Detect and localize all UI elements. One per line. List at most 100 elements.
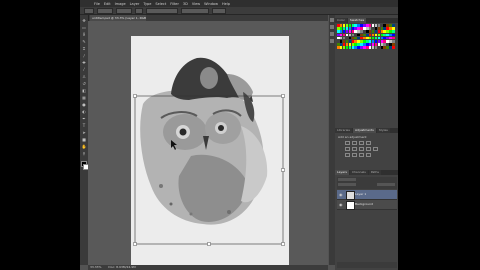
type-icon[interactable]: T bbox=[81, 123, 87, 128]
posterize-icon[interactable] bbox=[352, 153, 357, 157]
color-swatch[interactable] bbox=[392, 24, 395, 27]
layers-tab-bar: Layers Channels Paths bbox=[335, 170, 398, 175]
transform-handle[interactable] bbox=[281, 94, 285, 98]
pen-icon[interactable]: ✒ bbox=[81, 116, 87, 121]
visibility-eye-icon[interactable]: ◉ bbox=[339, 202, 343, 207]
color-swatch[interactable] bbox=[392, 27, 395, 30]
marquee-icon[interactable]: ▭ bbox=[81, 25, 87, 30]
path-select-icon[interactable]: ➤ bbox=[81, 130, 87, 135]
invert-icon[interactable] bbox=[345, 153, 350, 157]
dodge-icon[interactable]: ◐ bbox=[81, 109, 87, 114]
color-swatch[interactable] bbox=[392, 43, 395, 46]
healing-icon[interactable]: ✚ bbox=[81, 60, 87, 65]
move-icon[interactable]: ✥ bbox=[81, 18, 87, 23]
vibrance-icon[interactable] bbox=[345, 147, 350, 151]
document-canvas[interactable] bbox=[131, 36, 289, 266]
zoom-level[interactable]: 33.33% bbox=[90, 265, 101, 269]
curves-icon[interactable] bbox=[359, 141, 364, 145]
history-icon[interactable] bbox=[330, 18, 334, 22]
quick-select-icon[interactable]: ✎ bbox=[81, 39, 87, 44]
menu-edit[interactable]: Edit bbox=[104, 2, 111, 6]
tab-adjustments[interactable]: Adjustments bbox=[352, 128, 376, 133]
history-brush-icon[interactable]: ↺ bbox=[81, 81, 87, 86]
blur-icon[interactable]: ● bbox=[81, 102, 87, 107]
adjustments-title: Add an adjustment bbox=[338, 135, 367, 139]
transform-controls-checkbox[interactable] bbox=[135, 7, 143, 14]
brush-icon[interactable]: ⁄ bbox=[81, 67, 87, 72]
color-swatch[interactable] bbox=[392, 40, 395, 43]
menu-filter[interactable]: Filter bbox=[170, 2, 179, 6]
left-letterbox bbox=[0, 0, 80, 270]
texture-dot bbox=[227, 210, 231, 214]
brush-presets-icon[interactable] bbox=[330, 32, 334, 36]
color-swatch[interactable] bbox=[392, 46, 395, 49]
layer-name: Background bbox=[355, 202, 373, 206]
menu-help[interactable]: Help bbox=[222, 2, 230, 6]
visibility-eye-icon[interactable]: ◉ bbox=[339, 192, 343, 197]
layer-name: Layer 1 bbox=[355, 192, 367, 196]
transform-handle[interactable] bbox=[281, 242, 285, 246]
options-bar bbox=[80, 7, 398, 15]
hand-icon[interactable]: ✋ bbox=[81, 144, 87, 149]
menu-select[interactable]: Select bbox=[155, 2, 166, 6]
eraser-icon[interactable]: ◧ bbox=[81, 88, 87, 93]
shape-icon[interactable]: ■ bbox=[81, 137, 87, 142]
zoom-icon[interactable]: ⚲ bbox=[81, 151, 87, 156]
layer-row[interactable]: ◉ Background bbox=[337, 200, 397, 210]
tab-channels[interactable]: Channels bbox=[349, 170, 368, 175]
threshold-icon[interactable] bbox=[359, 153, 364, 157]
tab-swatches[interactable]: Swatches bbox=[347, 18, 367, 23]
properties-icon[interactable] bbox=[330, 25, 334, 29]
tab-color[interactable]: Color bbox=[335, 18, 347, 23]
swatches-tab-bar: Color Swatches bbox=[335, 18, 398, 23]
color-swatch[interactable] bbox=[392, 33, 395, 37]
distribute-buttons[interactable] bbox=[181, 7, 209, 14]
menu-type[interactable]: Type bbox=[143, 2, 151, 6]
menu-file[interactable]: File bbox=[94, 2, 100, 6]
transform-handle[interactable] bbox=[133, 242, 137, 246]
layer-row[interactable]: ◉ Layer 1 bbox=[337, 190, 397, 200]
color-balance-icon[interactable] bbox=[359, 147, 364, 151]
tab-layers[interactable]: Layers bbox=[335, 170, 349, 175]
menu-layer[interactable]: Layer bbox=[130, 2, 140, 6]
lasso-icon[interactable]: ϑ bbox=[81, 32, 87, 37]
artwork bbox=[133, 57, 285, 246]
black-white-icon[interactable] bbox=[366, 147, 371, 151]
tab-styles[interactable]: Styles bbox=[376, 128, 390, 133]
tab-libraries[interactable]: Libraries bbox=[335, 128, 352, 133]
swatches-grid[interactable] bbox=[337, 24, 395, 50]
clone-stamp-icon[interactable]: ♙ bbox=[81, 74, 87, 79]
transform-handle[interactable] bbox=[133, 94, 137, 98]
gradient-icon[interactable]: ▦ bbox=[81, 95, 87, 100]
transform-handle[interactable] bbox=[281, 168, 285, 172]
menu-3d[interactable]: 3D bbox=[183, 2, 188, 6]
crop-icon[interactable]: ⌗ bbox=[81, 46, 87, 51]
color-swatch[interactable] bbox=[392, 30, 395, 33]
gradient-map-icon[interactable] bbox=[366, 153, 371, 157]
hue-saturation-icon[interactable] bbox=[352, 147, 357, 151]
owl-pupil-left bbox=[179, 128, 187, 136]
menu-view[interactable]: View bbox=[192, 2, 200, 6]
tool-preset-picker[interactable] bbox=[84, 7, 94, 14]
menu-window[interactable]: Window bbox=[204, 2, 218, 6]
opacity-field[interactable] bbox=[377, 183, 395, 186]
adjustments-tab-bar: Libraries Adjustments Styles bbox=[335, 128, 398, 133]
levels-icon[interactable] bbox=[352, 141, 357, 145]
photo-filter-icon[interactable] bbox=[373, 147, 378, 151]
transform-handle[interactable] bbox=[207, 242, 211, 246]
align-buttons[interactable] bbox=[146, 7, 178, 14]
menu-bar: File Edit Image Layer Type Select Filter… bbox=[80, 0, 398, 7]
layer-filter-dropdown[interactable] bbox=[338, 178, 356, 181]
layer-options-bar bbox=[337, 177, 397, 189]
tab-paths[interactable]: Paths bbox=[368, 170, 381, 175]
layer-dropdown[interactable] bbox=[116, 7, 132, 14]
auto-select-checkbox[interactable] bbox=[97, 7, 113, 14]
blend-mode-dropdown[interactable] bbox=[338, 183, 356, 186]
menu-image[interactable]: Image bbox=[115, 2, 126, 6]
exposure-icon[interactable] bbox=[366, 141, 371, 145]
eyedropper-icon[interactable]: ∕ bbox=[81, 53, 87, 58]
character-icon[interactable] bbox=[330, 39, 334, 43]
color-swatch[interactable] bbox=[392, 36, 395, 40]
3d-mode-buttons[interactable] bbox=[212, 7, 226, 14]
brightness-contrast-icon[interactable] bbox=[345, 141, 350, 145]
